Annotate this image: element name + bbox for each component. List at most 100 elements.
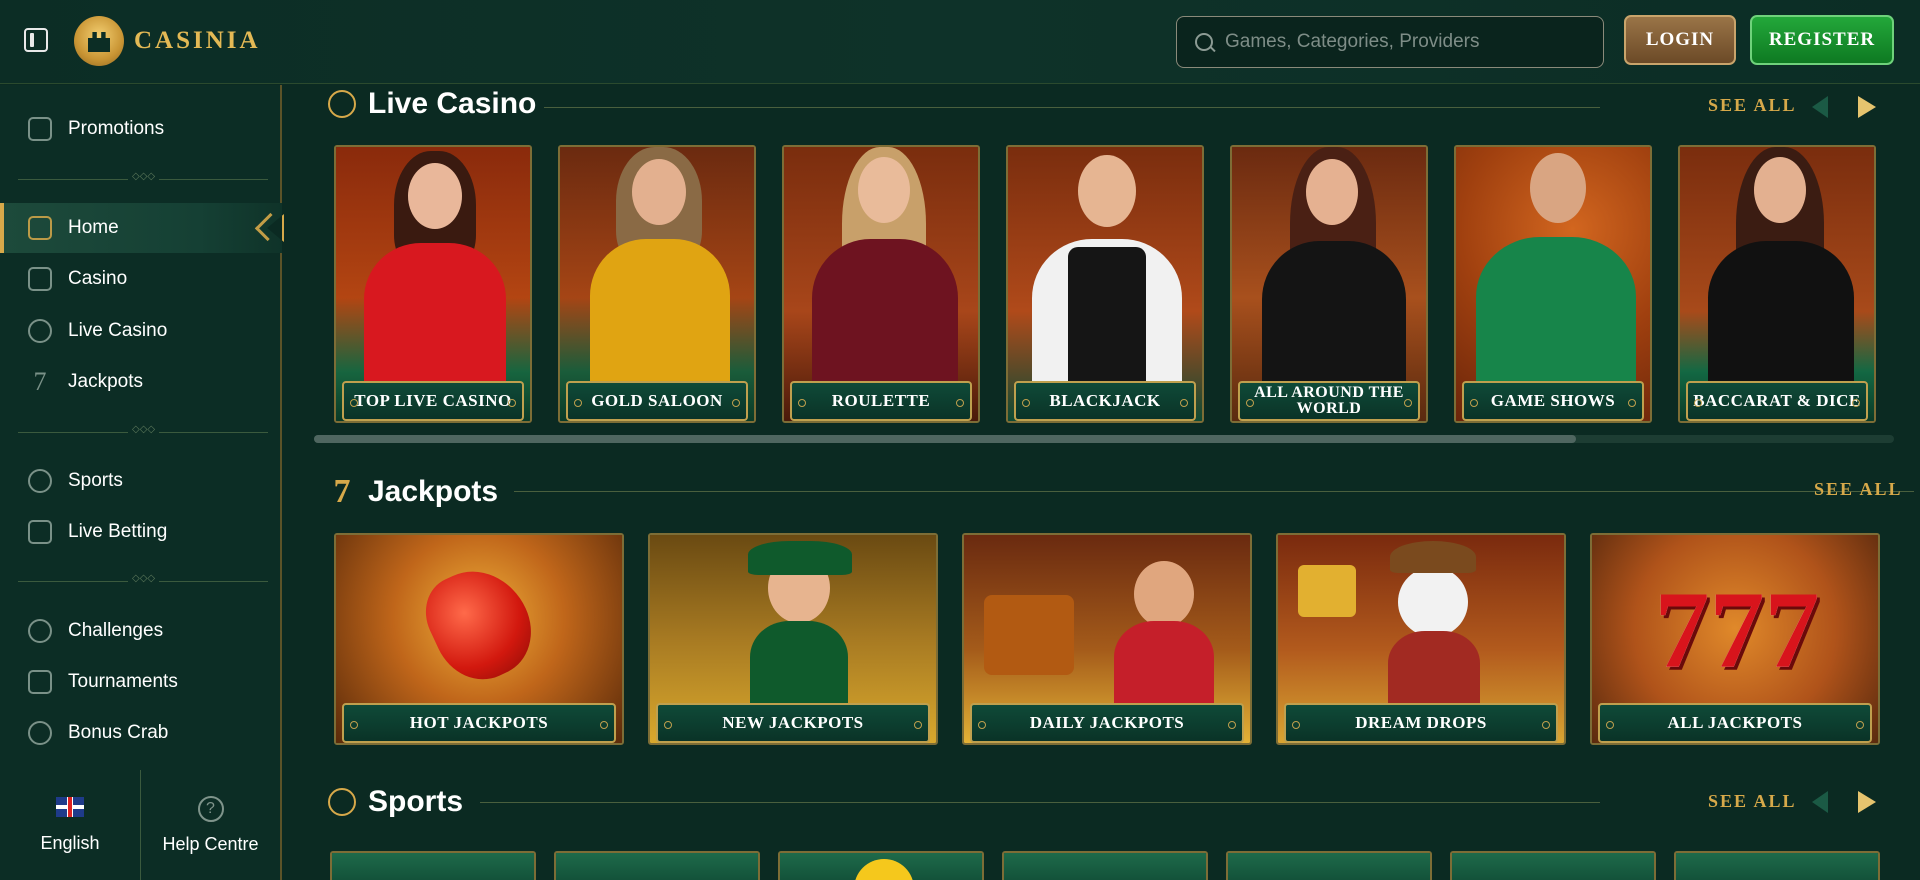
game-card-baccarat-and-dice[interactable]: BACCARAT & DICE — [1678, 145, 1876, 423]
top-header: CASINIA LOGIN REGISTER — [0, 0, 1920, 84]
section-heading: Live Casino — [368, 87, 537, 120]
search-input[interactable] — [1225, 31, 1585, 53]
card-label: ALL AROUND THE WORLD — [1238, 381, 1420, 421]
search-box[interactable] — [1176, 16, 1604, 68]
ball-icon — [28, 469, 52, 493]
sidebar-item-bonus-crab[interactable]: Bonus Crab — [0, 708, 282, 758]
prev-arrow-icon[interactable] — [1812, 96, 1828, 118]
game-card-all-around-the-world[interactable]: ALL AROUND THE WORLD — [1230, 145, 1428, 423]
sports-card[interactable] — [554, 851, 760, 880]
leprechaun-suit — [750, 621, 848, 711]
dealer-dress — [364, 243, 506, 383]
card-label: TOP LIVE CASINO — [342, 381, 524, 421]
see-all-sports[interactable]: SEE ALL — [1708, 791, 1797, 812]
sports-card[interactable] — [330, 851, 536, 880]
sidebar-toggle-icon[interactable] — [24, 28, 48, 52]
sidebar-item-sports[interactable]: Sports — [0, 456, 282, 506]
help-icon: ? — [197, 795, 224, 822]
register-button[interactable]: REGISTER — [1750, 15, 1894, 65]
game-card-dream-drops[interactable]: DREAM DROPS — [1276, 533, 1566, 745]
card-artwork — [332, 853, 534, 880]
main-content: Live Casino SEE ALL TOP LIVE CASINO GOLD… — [284, 85, 1920, 880]
card-artwork — [1676, 853, 1878, 880]
seven-icon: 7 — [333, 473, 351, 510]
card-label: BLACKJACK — [1014, 381, 1196, 421]
game-card-game-shows[interactable]: GAME SHOWS — [1454, 145, 1652, 423]
slot-machine-icon — [28, 267, 52, 291]
card-label: BACCARAT & DICE — [1686, 381, 1868, 421]
dealer-dress — [590, 239, 730, 381]
chip-icon — [28, 319, 52, 343]
sidebar-item-challenges[interactable]: Challenges — [0, 606, 282, 656]
section-heading: Sports — [368, 785, 464, 818]
login-button[interactable]: LOGIN — [1624, 15, 1736, 65]
dealer-face — [1754, 157, 1806, 223]
game-card-blackjack[interactable]: BLACKJACK — [1006, 145, 1204, 423]
character-face — [1134, 561, 1194, 627]
game-card-all-jackpots[interactable]: 777 ALL JACKPOTS — [1590, 533, 1880, 745]
sidebar-divider — [18, 171, 268, 182]
section-divider-line — [544, 107, 1600, 108]
carousel-scrollbar-thumb[interactable] — [314, 435, 1576, 443]
next-arrow-icon[interactable] — [1858, 791, 1876, 813]
leprechaun-hat — [748, 541, 852, 575]
active-indicator-icon — [254, 212, 284, 242]
dealer-face — [858, 157, 910, 223]
dd-sign-icon — [1298, 565, 1356, 617]
game-card-new-jackpots[interactable]: NEW JACKPOTS — [648, 533, 938, 745]
help-centre-link[interactable]: ? Help Centre — [140, 770, 280, 880]
sidebar-item-live-casino[interactable]: Live Casino — [0, 306, 282, 356]
sidebar-item-casino[interactable]: Casino — [0, 254, 282, 304]
sidebar-item-tournaments[interactable]: Tournaments — [0, 657, 282, 707]
sidebar-item-label: Sports — [68, 470, 123, 491]
sidebar-item-label: Casino — [68, 268, 128, 289]
game-card-hot-jackpots[interactable]: HOT JACKPOTS — [334, 533, 624, 745]
sports-card[interactable] — [1450, 851, 1656, 880]
sidebar-item-label: Jackpots — [68, 371, 143, 392]
sports-card[interactable] — [1002, 851, 1208, 880]
language-selector[interactable]: English — [0, 770, 140, 880]
sidebar-item-jackpots[interactable]: 7 Jackpots — [0, 357, 282, 407]
sidebar-item-label: Challenges — [68, 620, 164, 641]
sidebar-footer: English ? Help Centre — [0, 770, 282, 880]
uk-flag-icon — [56, 796, 84, 817]
chip-icon — [328, 90, 356, 118]
game-card-roulette[interactable]: ROULETTE — [782, 145, 980, 423]
casinia-logo[interactable]: CASINIA — [74, 14, 261, 68]
sidebar: Promotions Home Casino Live Casino 7 Jac… — [0, 85, 284, 880]
sidebar-item-label: Home — [68, 217, 119, 238]
card-label: DAILY JACKPOTS — [970, 703, 1244, 743]
prev-arrow-icon[interactable] — [1812, 791, 1828, 813]
game-card-top-live-casino[interactable]: TOP LIVE CASINO — [334, 145, 532, 423]
card-artwork — [556, 853, 758, 880]
host-suit — [1476, 237, 1636, 387]
sports-card[interactable] — [1226, 851, 1432, 880]
card-label: GOLD SALOON — [566, 381, 748, 421]
card-label: DREAM DROPS — [1284, 703, 1558, 743]
sidebar-item-home[interactable]: Home — [0, 203, 284, 253]
help-label: Help Centre — [162, 833, 259, 854]
card-artwork — [1452, 853, 1654, 880]
triple-seven-icon: 777 — [1654, 569, 1820, 691]
language-label: English — [40, 832, 100, 853]
host-face — [1530, 153, 1586, 223]
card-artwork — [1228, 853, 1430, 880]
card-artwork — [1004, 853, 1206, 880]
game-card-gold-saloon[interactable]: GOLD SALOON — [558, 145, 756, 423]
sports-card[interactable] — [778, 851, 984, 880]
game-card-daily-jackpots[interactable]: DAILY JACKPOTS — [962, 533, 1252, 745]
sidebar-item-label: Promotions — [68, 118, 165, 139]
section-title-live-casino: Live Casino — [328, 87, 536, 121]
crab-icon — [28, 721, 52, 745]
sidebar-item-promotions[interactable]: Promotions — [0, 104, 282, 154]
sidebar-item-live-betting[interactable]: Live Betting — [0, 507, 282, 557]
sports-card[interactable] — [1674, 851, 1880, 880]
dealer-face — [1306, 159, 1358, 225]
live-betting-icon — [28, 520, 52, 544]
see-all-live-casino[interactable]: SEE ALL — [1708, 95, 1797, 116]
next-arrow-icon[interactable] — [1858, 96, 1876, 118]
sidebar-divider — [18, 424, 268, 435]
castle-icon — [28, 216, 52, 240]
section-heading: Jackpots — [368, 475, 499, 508]
see-all-jackpots[interactable]: SEE ALL — [1814, 479, 1903, 500]
